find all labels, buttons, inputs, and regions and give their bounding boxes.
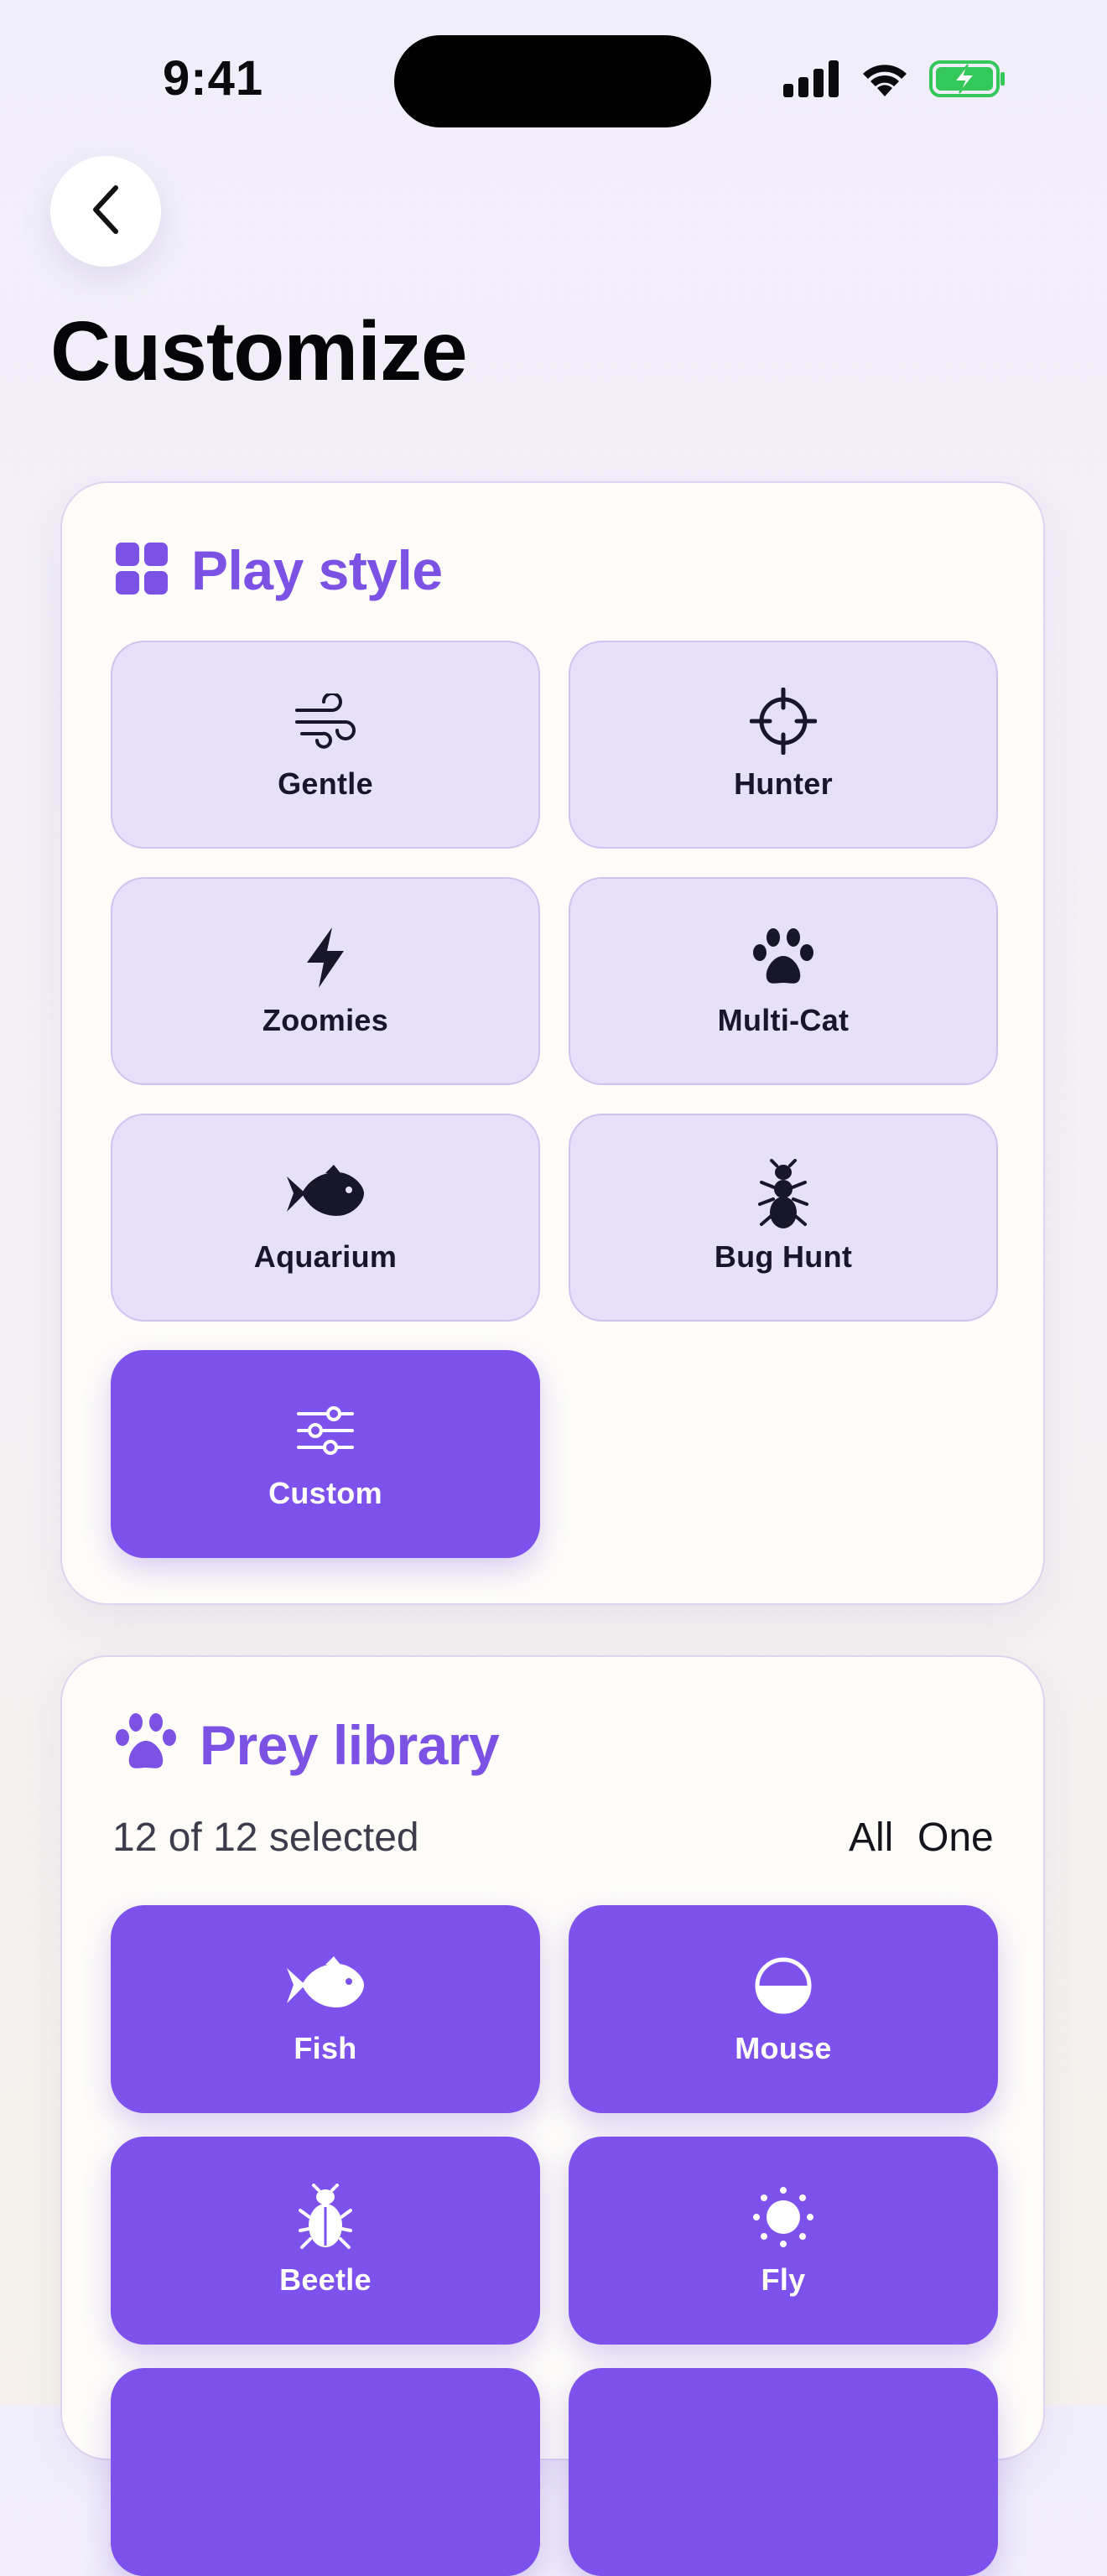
- select-all-button[interactable]: All: [849, 1815, 893, 1861]
- paw-icon: [751, 924, 815, 991]
- crosshair-icon: [750, 688, 817, 755]
- tile-label: Mouse: [735, 2031, 832, 2065]
- play-style-header: Play style: [114, 538, 443, 602]
- fish-icon: [285, 1161, 366, 1228]
- sun-icon: [752, 2184, 814, 2251]
- section-title: Play style: [191, 539, 443, 601]
- section-title: Prey library: [200, 1713, 500, 1776]
- tile-label: Aquarium: [253, 1239, 398, 1274]
- play-style-zoomies[interactable]: Zoomies: [111, 877, 540, 1085]
- prey-item-beetle[interactable]: Beetle: [111, 2137, 540, 2345]
- prey-item-mouse[interactable]: Mouse: [569, 1905, 998, 2113]
- back-button[interactable]: [50, 156, 161, 267]
- prey-item-fly[interactable]: Fly: [569, 2137, 998, 2345]
- sliders-icon: [297, 1397, 354, 1464]
- prey-item-fish[interactable]: Fish: [111, 1905, 540, 2113]
- tile-label: Multi-Cat: [717, 1003, 850, 1037]
- tile-label: Beetle: [279, 2262, 372, 2297]
- cellular-signal-icon: [783, 60, 840, 101]
- tile-label: Fly: [761, 2262, 806, 2297]
- play-style-gentle[interactable]: Gentle: [111, 641, 540, 849]
- half-circle-icon: [754, 1952, 813, 2019]
- wind-icon: [294, 688, 357, 755]
- tile-label: Gentle: [278, 766, 373, 801]
- tile-label: Bug Hunt: [714, 1239, 853, 1274]
- status-time: 9:41: [163, 51, 264, 106]
- beetle-icon: [299, 2184, 352, 2251]
- status-icons: [783, 59, 1006, 102]
- lightning-icon: [304, 924, 347, 991]
- status-bar: 9:41: [0, 0, 1107, 151]
- paw-icon: [114, 1712, 178, 1777]
- tile-label: Zoomies: [262, 1003, 389, 1037]
- prey-library-header: Prey library: [114, 1712, 500, 1777]
- play-style-card: Play style Gentle Hunter Zoomies Multi-C…: [60, 481, 1045, 1605]
- fish-icon: [285, 1952, 366, 2019]
- prey-item-next[interactable]: [111, 2368, 540, 2576]
- play-style-custom[interactable]: Custom: [111, 1350, 540, 1558]
- play-style-hunter[interactable]: Hunter: [569, 641, 998, 849]
- grid-icon: [114, 541, 169, 600]
- battery-charging-icon: [929, 60, 1006, 102]
- prey-library-card: Prey library 12 of 12 selected All One F…: [60, 1655, 1045, 2576]
- tile-label: Fish: [294, 2031, 357, 2065]
- select-one-button[interactable]: One: [917, 1815, 994, 1861]
- tile-label: Hunter: [734, 766, 833, 801]
- page-title: Customize: [50, 304, 468, 398]
- ant-icon: [756, 1159, 810, 1228]
- play-style-bug-hunt[interactable]: Bug Hunt: [569, 1114, 998, 1322]
- play-style-aquarium[interactable]: Aquarium: [111, 1114, 540, 1322]
- selection-count: 12 of 12 selected: [112, 1815, 419, 1860]
- play-style-multi-cat[interactable]: Multi-Cat: [569, 877, 998, 1085]
- chevron-left-icon: [87, 183, 124, 241]
- wifi-icon: [859, 60, 911, 102]
- tile-label: Custom: [268, 1476, 382, 1510]
- dynamic-island: [394, 35, 711, 127]
- prey-item-next[interactable]: [569, 2368, 998, 2576]
